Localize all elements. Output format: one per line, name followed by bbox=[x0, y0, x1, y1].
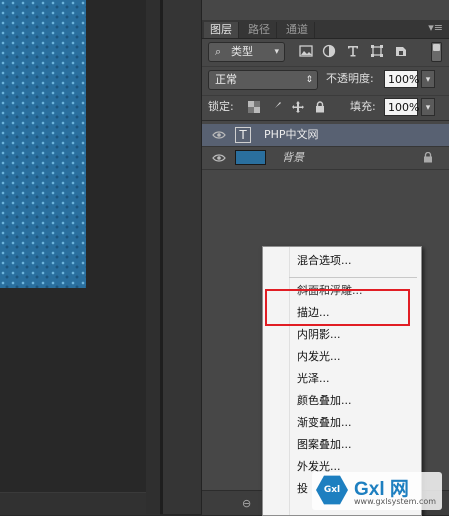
tab-layers[interactable]: 图层 bbox=[204, 22, 239, 38]
menu-item-color-overlay[interactable]: 颜色叠加... bbox=[297, 393, 352, 409]
text-filter-icon[interactable] bbox=[346, 44, 360, 58]
highlight-annotation-box bbox=[265, 289, 410, 326]
canvas-area[interactable] bbox=[0, 0, 160, 515]
opacity-label: 不透明度: bbox=[326, 72, 374, 85]
lock-transparent-pixels-icon[interactable] bbox=[248, 101, 260, 113]
opacity-input[interactable]: 100% bbox=[384, 70, 419, 88]
layer-row-text[interactable]: T PHP中文网 bbox=[202, 124, 449, 147]
menu-item-satin[interactable]: 光泽... bbox=[297, 371, 330, 387]
canvas-scrollbar[interactable] bbox=[146, 0, 160, 514]
lock-row: 锁定: 填充: 100% ▾ bbox=[202, 95, 449, 121]
menu-icon-gutter bbox=[289, 247, 290, 515]
fill-input[interactable]: 100% bbox=[384, 98, 419, 116]
lock-image-pixels-icon[interactable] bbox=[270, 101, 282, 113]
menu-item-inner-glow[interactable]: 内发光... bbox=[297, 349, 341, 365]
panel-tabs: 图层 路径 通道 ▾≡ bbox=[202, 20, 449, 39]
updown-arrows-icon: ⇕ bbox=[305, 75, 313, 85]
smartobject-filter-icon[interactable] bbox=[394, 44, 408, 58]
visibility-eye-icon[interactable] bbox=[212, 152, 226, 164]
adjustment-filter-icon[interactable] bbox=[322, 44, 336, 58]
tab-paths[interactable]: 路径 bbox=[242, 22, 277, 38]
watermark-url: www.gxlsystem.com bbox=[354, 497, 437, 506]
shape-filter-icon[interactable] bbox=[370, 44, 384, 58]
layer-row-background[interactable]: 背景 bbox=[202, 147, 449, 170]
filter-toggle[interactable] bbox=[431, 42, 442, 62]
layer-lock-icon bbox=[424, 152, 432, 163]
lock-label: 锁定: bbox=[208, 100, 234, 113]
lock-position-icon[interactable] bbox=[292, 101, 304, 113]
text-layer-thumbnail: T bbox=[235, 127, 251, 143]
menu-item-inner-shadow[interactable]: 内阴影... bbox=[297, 327, 341, 343]
menu-item-gradient-overlay[interactable]: 渐变叠加... bbox=[297, 415, 352, 431]
collapsed-panel-strip bbox=[163, 0, 202, 514]
blend-mode-value: 正常 bbox=[215, 73, 237, 86]
menu-item-blending-options[interactable]: 混合选项... bbox=[297, 253, 352, 269]
tab-channels[interactable]: 通道 bbox=[280, 22, 315, 38]
fill-label: 填充: bbox=[350, 100, 376, 113]
watermark-logo: Gxl Gxl 网 www.gxlsystem.com bbox=[312, 472, 442, 510]
layer-name[interactable]: PHP中文网 bbox=[264, 127, 319, 143]
panel-menu-icon[interactable]: ▾≡ bbox=[428, 21, 443, 34]
background-layer-thumbnail bbox=[235, 150, 266, 165]
canvas-status-bar bbox=[0, 492, 160, 515]
filter-kind-label: 类型 bbox=[231, 45, 253, 58]
search-icon: ⌕ bbox=[215, 45, 222, 58]
link-layers-icon[interactable]: ⊖ bbox=[242, 497, 251, 510]
opacity-dropdown-button[interactable]: ▾ bbox=[421, 70, 435, 88]
fill-dropdown-button[interactable]: ▾ bbox=[421, 98, 435, 116]
layer-name[interactable]: 背景 bbox=[282, 150, 304, 166]
menu-item-pattern-overlay[interactable]: 图案叠加... bbox=[297, 437, 352, 453]
filter-row: ⌕ 类型 ▾ bbox=[202, 40, 449, 62]
blend-row: 正常 ⇕ 不透明度: 100% ▾ bbox=[202, 66, 449, 91]
document-canvas[interactable] bbox=[0, 0, 86, 288]
lock-all-icon[interactable] bbox=[314, 101, 326, 113]
filter-kind-select[interactable]: ⌕ 类型 ▾ bbox=[208, 42, 285, 62]
menu-separator bbox=[289, 277, 417, 278]
menu-item-drop-shadow[interactable]: 投 bbox=[297, 481, 308, 497]
watermark-hex-icon: Gxl bbox=[316, 475, 348, 505]
visibility-eye-icon[interactable] bbox=[212, 129, 226, 141]
image-filter-icon[interactable] bbox=[299, 44, 313, 58]
blend-mode-select[interactable]: 正常 ⇕ bbox=[208, 70, 318, 90]
chevron-down-icon: ▾ bbox=[274, 47, 279, 57]
